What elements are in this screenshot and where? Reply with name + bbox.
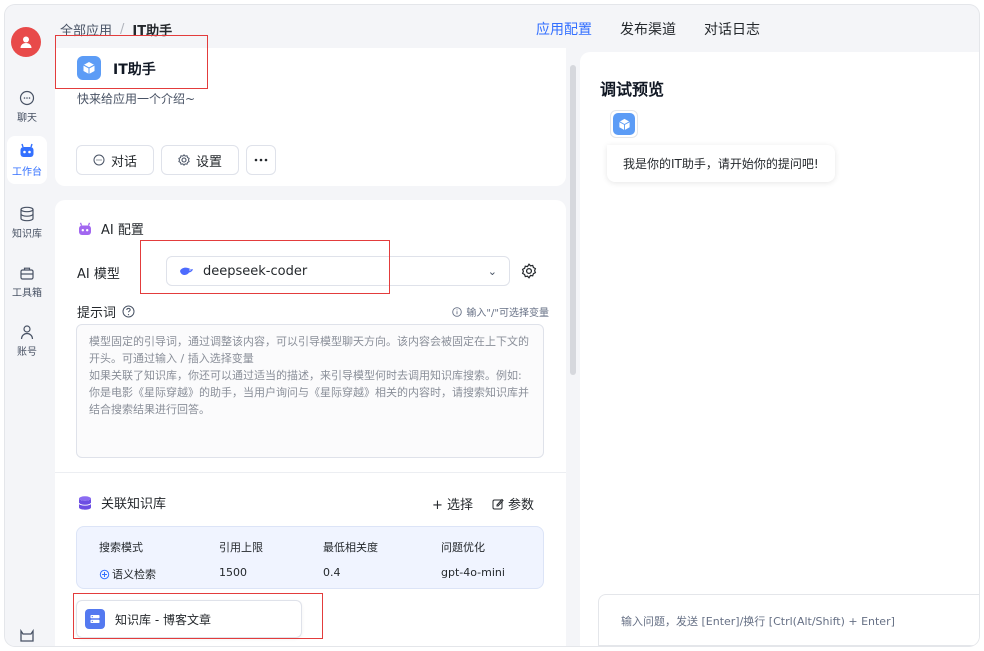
kb-value-search-mode-text: 语义检索	[112, 568, 156, 581]
kb-value-query-optimize: gpt-4o-mini	[441, 566, 505, 579]
kb-params-label: 参数	[508, 498, 535, 513]
settings-button[interactable]: 设置	[161, 145, 239, 175]
sidebar-item-workbench[interactable]: 工作台	[7, 136, 47, 184]
tab-app-config[interactable]: 应用配置	[536, 19, 592, 39]
chat-bubble-icon	[19, 90, 35, 106]
tab-chat-logs[interactable]: 对话日志	[704, 19, 760, 39]
prompt-textarea[interactable]: 模型固定的引导词，通过调整该内容，可以引导模型聊天方向。该内容会被固定在上下文的…	[76, 324, 544, 458]
highlight-box-model	[140, 240, 390, 294]
sidebar-item-knowledge[interactable]: 知识库	[7, 199, 47, 247]
preview-title: 调试预览	[600, 80, 665, 99]
kb-select-button[interactable]: + 选择	[432, 494, 473, 513]
gear-icon	[521, 263, 537, 279]
user-icon	[20, 36, 32, 48]
robot-icon	[79, 222, 91, 235]
chat-button-label: 对话	[110, 154, 137, 170]
chat-button[interactable]: 对话	[76, 145, 154, 175]
kb-value-search-mode: 语义检索	[99, 566, 156, 582]
kb-value-quote-limit: 1500	[219, 566, 247, 579]
kb-header-search-mode: 搜索模式	[99, 541, 143, 554]
prompt-label-text: 提示词	[77, 306, 117, 321]
more-button[interactable]	[246, 145, 276, 175]
sidebar-item-chat[interactable]: 聊天	[7, 83, 47, 131]
sidebar-item-label: 聊天	[17, 113, 37, 124]
ai-config-title: AI 配置	[77, 219, 144, 238]
user-avatar[interactable]	[11, 27, 41, 57]
edit-icon	[492, 498, 504, 509]
sidebar: 聊天 工作台 知识库 工具箱 账号	[5, 5, 51, 646]
database-icon	[78, 495, 92, 510]
kb-header-quote-limit: 引用上限	[219, 541, 263, 554]
info-icon	[452, 306, 463, 317]
app-intro[interactable]: 快来给应用一个介绍~	[77, 90, 195, 107]
highlight-box-app-title	[55, 35, 208, 89]
kb-value-min-similarity: 0.4	[323, 566, 341, 579]
model-label: AI 模型	[77, 267, 120, 282]
top-tabs: 应用配置 发布渠道 对话日志	[536, 19, 760, 39]
knowledge-title-text: 关联知识库	[101, 497, 167, 512]
robot-icon	[20, 143, 34, 157]
kb-select-label: + 选择	[432, 498, 474, 513]
knowledge-title: 关联知识库	[77, 493, 166, 512]
sidebar-item-toolbox[interactable]: 工具箱	[7, 258, 47, 306]
app-window: 聊天 工作台 知识库 工具箱 账号 全部应用 / IT助手 应用配置 发布渠道 …	[5, 5, 979, 646]
sidebar-item-label: 账号	[17, 347, 37, 358]
welcome-message: 我是你的IT助手，请开始你的提问吧!	[607, 145, 835, 182]
sidebar-item-account[interactable]: 账号	[7, 317, 47, 365]
kb-header-min-similarity: 最低相关度	[323, 541, 378, 554]
user-icon	[20, 325, 34, 340]
chat-input[interactable]: 输入问题，发送 [Enter]/换行 [Ctrl(Alt/Shift) + En…	[598, 594, 979, 646]
github-link[interactable]	[18, 628, 36, 646]
prompt-label: 提示词	[77, 302, 135, 321]
bot-avatar	[610, 110, 638, 138]
prompt-variable-hint: 输入"/"可选择变量	[452, 304, 549, 319]
section-divider	[55, 472, 566, 473]
ai-config-title-text: AI 配置	[101, 223, 144, 238]
sidebar-item-label: 工作台	[12, 167, 42, 178]
kb-header-query-optimize: 问题优化	[441, 541, 485, 554]
left-scrollbar[interactable]	[570, 65, 576, 375]
kb-params-button[interactable]: 参数	[492, 494, 534, 513]
kb-params-table: 搜索模式 引用上限 最低相关度 问题优化 语义检索 1500 0.4 gpt-4…	[76, 526, 544, 589]
semantic-search-icon	[99, 569, 110, 579]
toolbox-icon	[20, 267, 34, 280]
settings-button-label: 设置	[195, 154, 222, 170]
help-circle-icon[interactable]	[122, 305, 135, 318]
more-dots-icon	[254, 158, 268, 162]
gear-icon	[178, 154, 190, 166]
chat-bubble-icon	[93, 154, 105, 166]
prompt-variable-hint-text: 输入"/"可选择变量	[466, 308, 549, 319]
debug-preview-panel: 调试预览 我是你的IT助手，请开始你的提问吧! 输入问题，发送 [Enter]/…	[580, 52, 979, 646]
sidebar-item-label: 知识库	[12, 229, 42, 240]
chevron-down-icon: ⌄	[487, 264, 497, 278]
tab-publish-channel[interactable]: 发布渠道	[620, 19, 676, 39]
database-icon	[20, 206, 34, 222]
sidebar-item-label: 工具箱	[12, 288, 42, 299]
app-cube-icon	[613, 113, 635, 135]
model-settings-button[interactable]	[521, 263, 537, 283]
highlight-box-kb-item	[73, 593, 323, 639]
github-icon	[20, 628, 34, 642]
